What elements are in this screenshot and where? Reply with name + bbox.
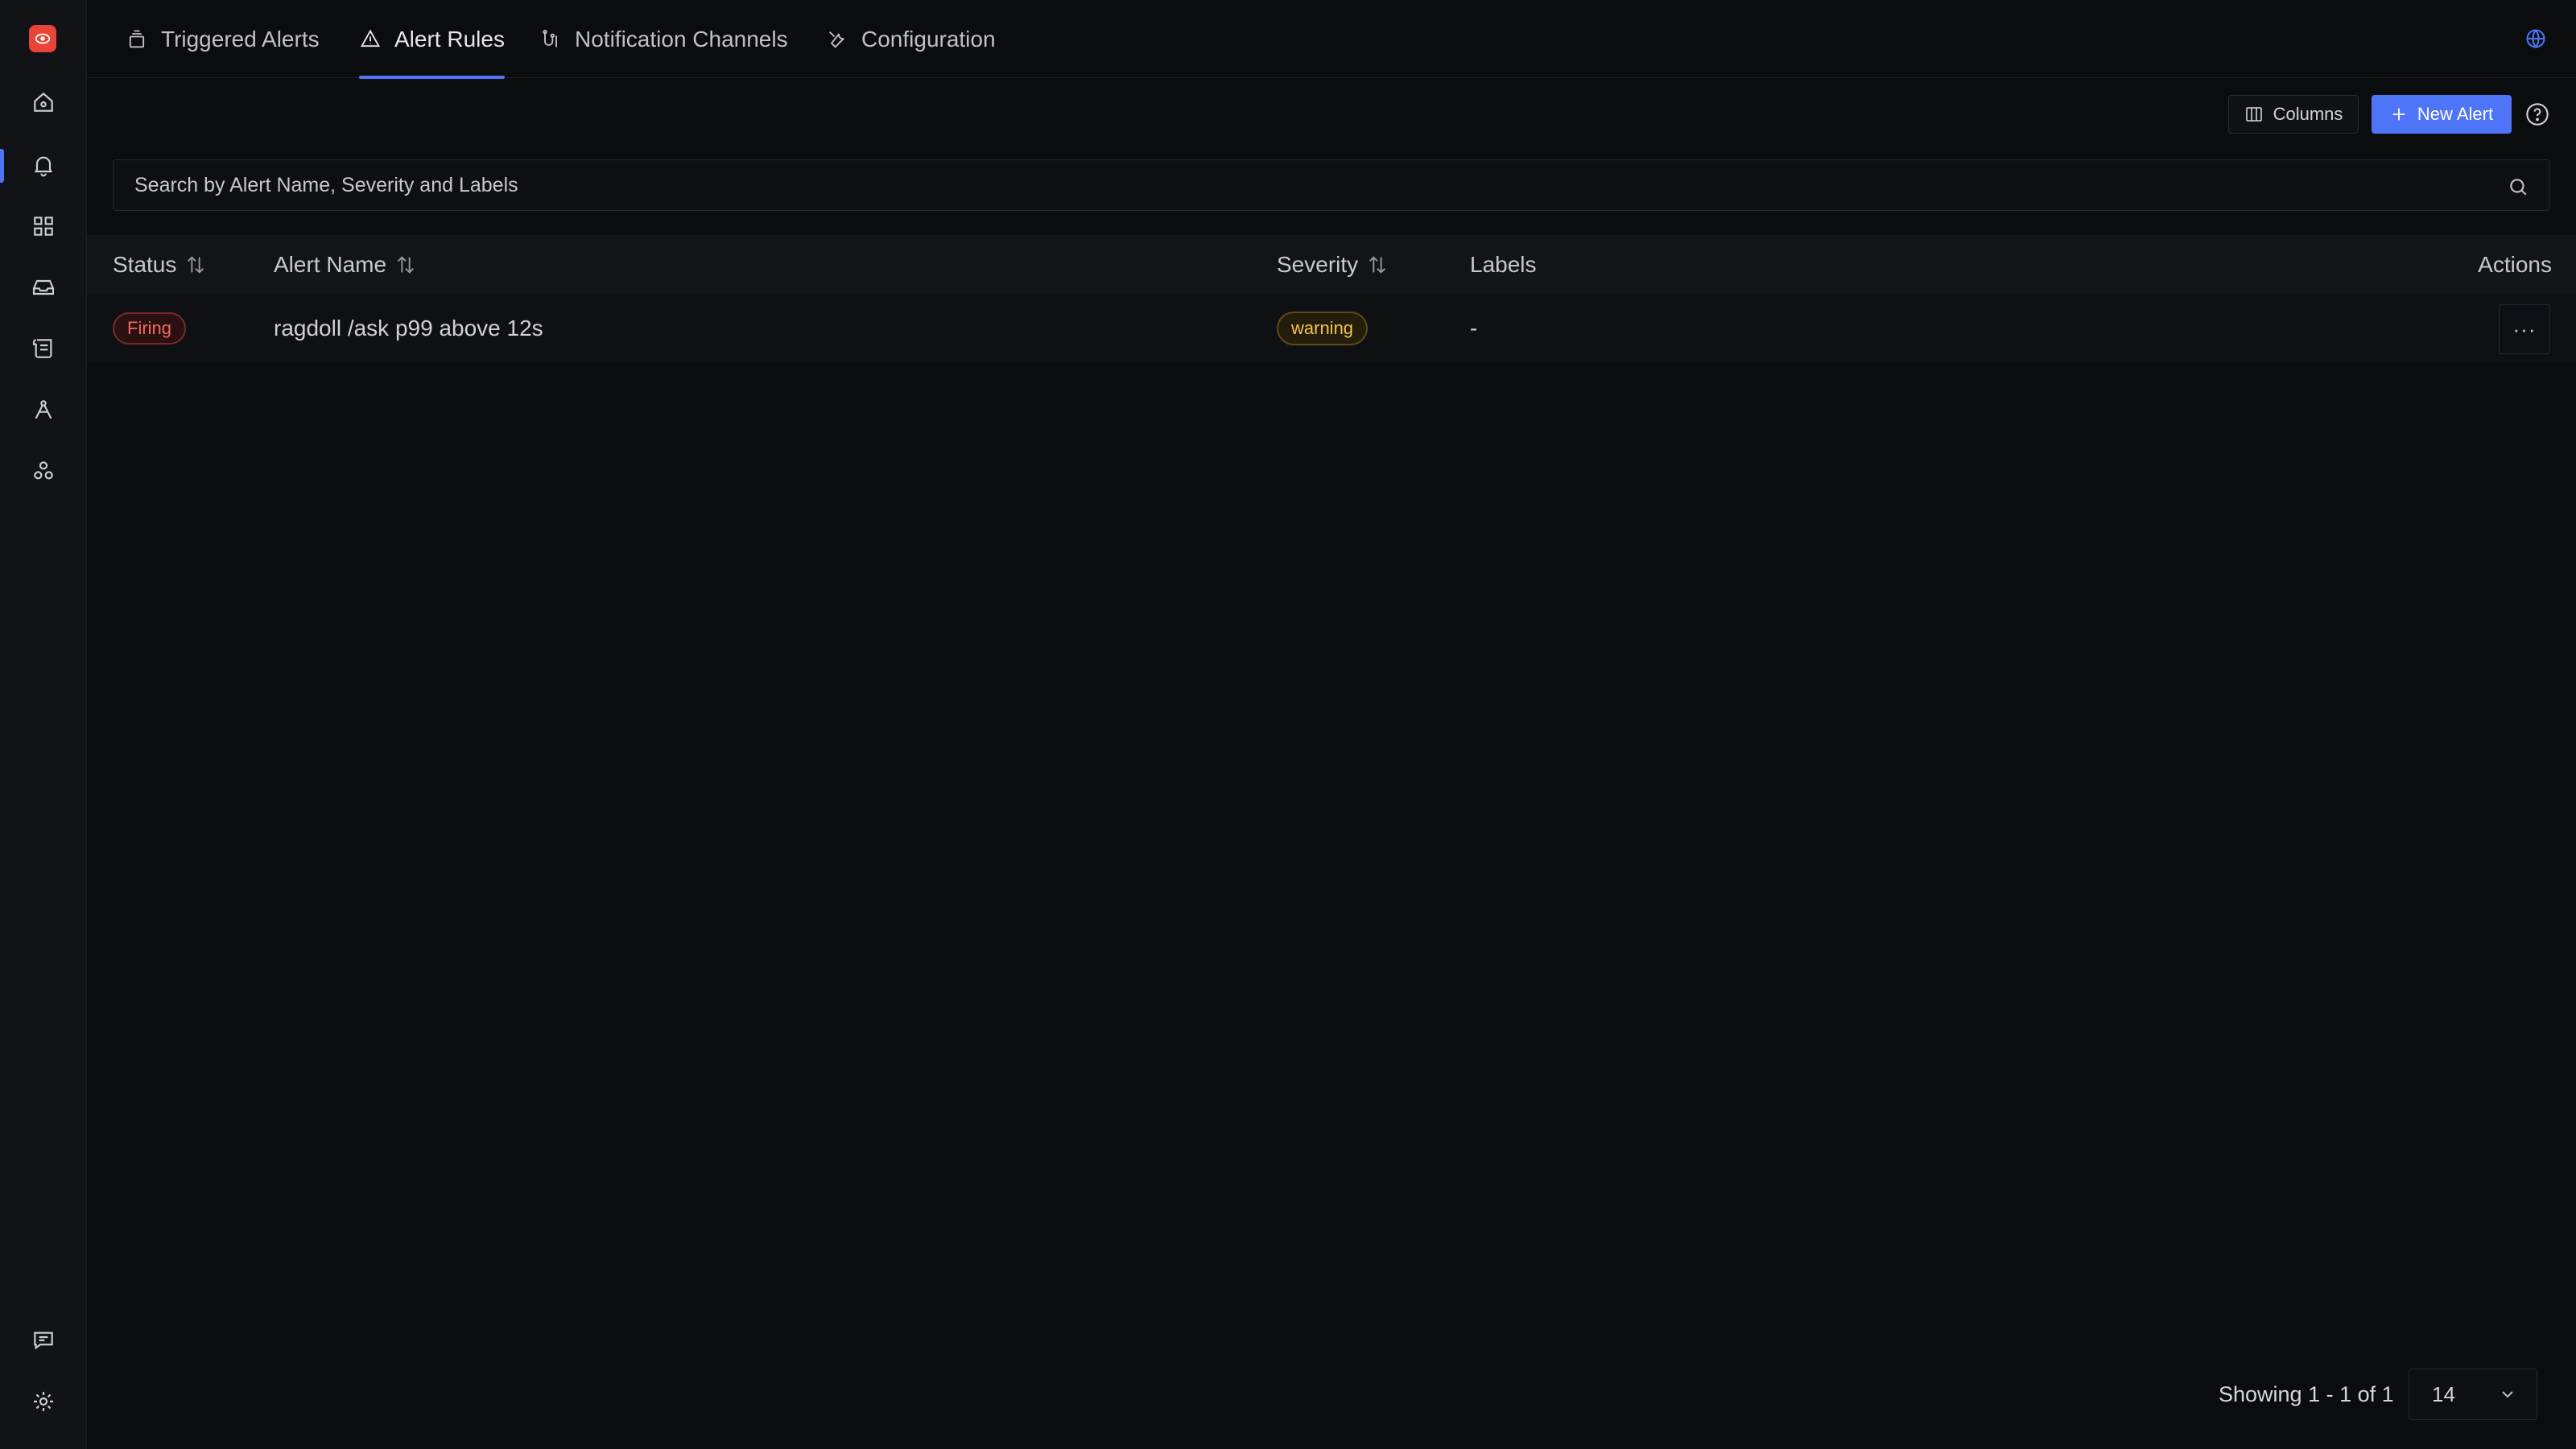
eye-logo-icon <box>35 33 51 44</box>
column-header-label: Severity <box>1277 252 1359 277</box>
sidebar-item-inbox[interactable] <box>0 259 87 316</box>
status-cell: Firing <box>113 295 187 362</box>
status-badge: Firing <box>113 312 187 345</box>
sidebar-item-logs[interactable] <box>0 320 87 377</box>
columns-icon <box>2245 107 2262 122</box>
tools-icon <box>829 31 844 48</box>
sidebar-item-home[interactable] <box>0 74 87 130</box>
globe-icon[interactable] <box>2524 27 2547 50</box>
sidebar-item-alerts[interactable] <box>0 137 87 193</box>
new-alert-button-label: New Alert <box>2417 104 2494 124</box>
app-logo[interactable] <box>29 25 56 52</box>
severity-cell: warning <box>1277 295 1368 362</box>
labels-cell: - <box>1470 295 1477 362</box>
tab-label: Configuration <box>861 26 996 52</box>
columns-button[interactable]: Columns <box>2228 95 2359 134</box>
column-header-label: Alert Name <box>274 252 387 277</box>
page-size-select[interactable]: 14 <box>2409 1368 2537 1420</box>
search-box <box>113 159 2550 211</box>
page-size-value: 14 <box>2432 1381 2455 1406</box>
new-alert-button[interactable]: New Alert <box>2372 95 2512 134</box>
sidebar-item-chat[interactable] <box>0 1312 87 1368</box>
labels-value: - <box>1470 316 1478 341</box>
sort-icon[interactable] <box>184 254 207 276</box>
column-header-label: Labels <box>1470 252 1537 277</box>
sort-icon[interactable] <box>394 254 417 276</box>
home-icon <box>34 92 53 112</box>
tab-bar: Triggered Alerts Alert Rules Notificatio… <box>87 0 2576 79</box>
more-icon: ··· <box>2512 316 2537 341</box>
sidebar-item-settings[interactable] <box>0 1373 87 1430</box>
logs-icon <box>32 339 52 358</box>
column-header-severity[interactable]: Severity <box>1277 235 1389 295</box>
grid-icon <box>34 217 53 236</box>
pagination-summary: Showing 1 - 1 of 1 <box>2219 1381 2394 1406</box>
tab-label: Notification Channels <box>575 26 788 52</box>
tab-triggered-alerts[interactable]: Triggered Alerts <box>126 0 320 78</box>
tab-configuration[interactable]: Configuration <box>826 0 996 78</box>
table-row[interactable]: Firing ragdoll /ask p99 above 12s warnin… <box>87 295 2576 362</box>
sort-icon[interactable] <box>1366 254 1389 276</box>
warning-triangle-icon <box>360 29 381 47</box>
search-icon[interactable] <box>2508 176 2529 197</box>
inbox-icon <box>32 279 55 295</box>
column-header-alert-name[interactable]: Alert Name <box>274 235 417 295</box>
column-header-label: Actions <box>2478 252 2552 277</box>
integrations-icon <box>34 461 53 480</box>
stack-icon <box>129 30 145 47</box>
plus-icon <box>2392 108 2405 121</box>
help-icon[interactable] <box>2524 101 2550 127</box>
column-header-actions: Actions <box>2478 235 2552 295</box>
tab-label: Alert Rules <box>394 26 505 52</box>
search-input[interactable] <box>114 160 2549 210</box>
row-actions-button[interactable]: ··· <box>2499 304 2550 354</box>
alert-name[interactable]: ragdoll /ask p99 above 12s <box>274 316 543 341</box>
column-header-label: Status <box>113 252 177 277</box>
sidebar-item-integrations[interactable] <box>0 443 87 499</box>
tab-label: Triggered Alerts <box>161 26 320 52</box>
alert-name-cell[interactable]: ragdoll /ask p99 above 12s <box>274 295 543 362</box>
alert-bell-icon <box>34 156 53 177</box>
traces-icon <box>35 400 52 419</box>
channels-icon <box>543 29 557 47</box>
severity-badge: warning <box>1277 312 1368 345</box>
chat-icon <box>34 1331 53 1350</box>
settings-icon <box>34 1392 53 1411</box>
sidebar <box>0 0 87 1449</box>
column-header-labels: Labels <box>1470 235 1537 295</box>
column-header-status[interactable]: Status <box>113 235 207 295</box>
chevron-down-icon <box>2502 1391 2513 1398</box>
tab-notification-channels[interactable]: Notification Channels <box>539 0 788 78</box>
sidebar-item-dashboards[interactable] <box>0 198 87 254</box>
table-header: Status Alert Name Severity Labels Action… <box>87 235 2576 295</box>
columns-button-label: Columns <box>2273 104 2343 124</box>
tab-alert-rules[interactable]: Alert Rules <box>359 0 505 79</box>
sidebar-item-traces[interactable] <box>0 382 87 438</box>
